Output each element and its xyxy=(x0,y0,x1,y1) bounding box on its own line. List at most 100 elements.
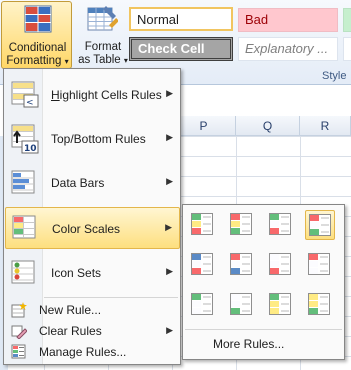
color-scale-swatch xyxy=(310,222,319,228)
column-header-p[interactable]: P xyxy=(172,116,236,136)
format-as-table-button[interactable]: Format as Table ▾ xyxy=(74,1,132,69)
menu-label: New Rule... xyxy=(39,303,102,317)
menu-item-clear-rules[interactable]: Clear Rules ▶ xyxy=(5,321,180,341)
style-good-partial[interactable] xyxy=(343,8,351,32)
menu-label: Icon Sets xyxy=(51,266,102,280)
color-scale-option-4[interactable] xyxy=(305,210,335,240)
column-header-r[interactable]: R xyxy=(300,116,351,136)
manage-rules-icon xyxy=(11,344,27,363)
color-scale-swatch xyxy=(270,301,279,307)
submenu-arrow-icon: ▶ xyxy=(165,222,172,232)
svg-text:10: 10 xyxy=(24,144,37,154)
menu-item-manage-rules[interactable]: Manage Rules... xyxy=(5,342,180,362)
menu-item-color-scales[interactable]: Color Scales ▶ xyxy=(5,207,180,249)
submenu-separator xyxy=(185,329,342,330)
menu-separator xyxy=(44,297,178,298)
color-scale-swatch xyxy=(270,214,279,220)
color-scale-option-9[interactable] xyxy=(188,290,218,320)
highlight-cells-icon: < xyxy=(10,79,40,112)
color-scale-swatch xyxy=(309,308,318,314)
color-scale-option-1[interactable] xyxy=(188,210,218,240)
clear-rules-icon xyxy=(11,323,28,342)
menu-label: Color Scales xyxy=(52,222,121,236)
submenu-arrow-icon: ▶ xyxy=(166,325,173,335)
color-scale-icon xyxy=(230,213,252,235)
style-normal[interactable]: Normal xyxy=(129,7,233,31)
menu-item-top-bottom-rules[interactable]: 10 Top/Bottom Rules ▶ xyxy=(5,119,180,159)
style-check-cell[interactable]: Check Cell xyxy=(129,37,233,61)
color-scale-icon xyxy=(269,213,291,235)
menu-label: Top/Bottom Rules xyxy=(51,132,146,146)
submenu-arrow-icon: ▶ xyxy=(166,176,173,186)
column-header-q[interactable]: Q xyxy=(236,116,300,136)
color-scale-swatch xyxy=(270,308,279,314)
color-scale-swatch xyxy=(192,268,201,274)
style-explanatory[interactable]: Explanatory ... xyxy=(238,37,338,61)
color-scale-icon xyxy=(308,253,330,275)
svg-text:<: < xyxy=(26,98,34,108)
style-bad[interactable]: Bad xyxy=(238,8,338,32)
menu-item-data-bars[interactable]: Data Bars ▶ xyxy=(5,163,180,203)
color-scale-option-7[interactable] xyxy=(266,250,296,280)
menu-item-highlight-cells-rules[interactable]: < Highlight Cells Rules ▶ xyxy=(5,75,180,115)
color-scale-option-6[interactable] xyxy=(227,250,257,280)
color-scale-swatch xyxy=(270,294,279,300)
color-scale-swatch xyxy=(309,268,318,274)
color-scale-icon xyxy=(191,213,213,235)
color-scales-submenu: More Rules... xyxy=(182,204,345,360)
color-scale-option-5[interactable] xyxy=(188,250,218,280)
cell-styles-gallery: Normal Bad Check Cell Explanatory ... xyxy=(127,5,351,67)
color-scale-icon xyxy=(308,293,330,315)
color-scale-swatch xyxy=(231,294,240,300)
color-scale-swatch xyxy=(270,254,279,260)
color-scale-swatch xyxy=(270,228,279,234)
color-scale-option-10[interactable] xyxy=(227,290,257,320)
submenu-arrow-icon: ▶ xyxy=(166,88,173,98)
color-scale-swatch xyxy=(192,214,201,220)
color-scale-swatch xyxy=(192,221,201,227)
icon-sets-icon xyxy=(10,259,40,290)
color-scale-option-3[interactable] xyxy=(266,210,296,240)
menu-item-new-rule[interactable]: New Rule... xyxy=(5,300,180,320)
color-scale-option-11[interactable] xyxy=(266,290,296,320)
color-scale-option-12[interactable] xyxy=(305,290,335,320)
chevron-down-icon: ▾ xyxy=(64,57,69,66)
color-scale-swatch xyxy=(231,268,240,274)
color-scale-swatch xyxy=(270,221,279,227)
color-scale-swatch xyxy=(192,301,201,307)
color-scale-swatch xyxy=(309,254,318,260)
color-scale-option-2[interactable] xyxy=(227,210,257,240)
style-partial[interactable] xyxy=(343,37,351,61)
color-scales-icon xyxy=(11,214,41,245)
menu-label: Highlight Cells Rules xyxy=(51,88,162,102)
color-scale-icon xyxy=(269,293,291,315)
color-scale-swatch xyxy=(192,254,201,260)
submenu-arrow-icon: ▶ xyxy=(166,266,173,276)
submenu-arrow-icon: ▶ xyxy=(166,132,173,142)
conditional-formatting-label-2: Formatting ▾ xyxy=(6,55,69,67)
color-scale-icon xyxy=(309,214,331,236)
format-as-table-label-2: as Table ▾ xyxy=(78,54,128,66)
color-scale-swatch xyxy=(309,261,318,267)
conditional-formatting-button[interactable]: Conditional Formatting ▾ xyxy=(1,1,72,69)
format-as-table-icon xyxy=(86,4,119,37)
color-scale-swatch xyxy=(309,294,318,300)
color-scale-icon xyxy=(191,253,213,275)
color-scale-swatch xyxy=(231,214,240,220)
conditional-formatting-label-1: Conditional xyxy=(8,42,67,54)
conditional-formatting-icon xyxy=(24,5,52,36)
more-rules-link[interactable]: More Rules... xyxy=(213,337,284,351)
color-scale-option-8[interactable] xyxy=(305,250,335,280)
color-scale-icon xyxy=(230,253,252,275)
color-scale-swatch xyxy=(231,261,240,267)
color-scale-swatch xyxy=(192,228,201,234)
menu-label: Clear Rules xyxy=(39,324,102,338)
menu-label: Data Bars xyxy=(51,176,105,190)
styles-group-label: Style xyxy=(322,70,347,82)
color-scale-icon xyxy=(230,293,252,315)
color-scale-swatch xyxy=(192,294,201,300)
color-scale-swatch xyxy=(231,254,240,260)
menu-item-icon-sets[interactable]: Icon Sets ▶ xyxy=(5,253,180,293)
color-scale-swatch xyxy=(310,229,319,235)
data-bars-icon xyxy=(10,169,40,200)
